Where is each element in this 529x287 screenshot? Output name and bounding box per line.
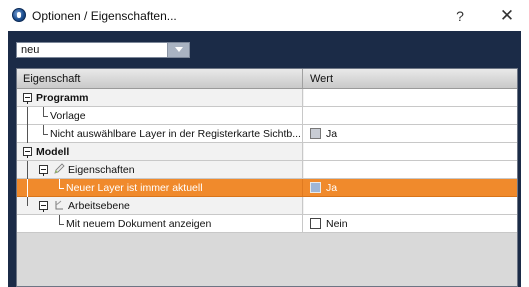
property-value-cell[interactable]: Nein — [304, 215, 517, 232]
tree-line — [43, 134, 48, 135]
help-button[interactable]: ? — [448, 6, 472, 26]
tree-row-eigenschaften[interactable]: Eigenschaften — [17, 161, 517, 179]
pencil-icon — [54, 163, 65, 174]
tree-line — [59, 188, 64, 189]
title-bar: Optionen / Eigenschaften... ? ✕ — [0, 0, 529, 31]
checkbox[interactable] — [310, 218, 321, 229]
property-name-cell: Neuer Layer ist immer aktuell — [17, 179, 303, 197]
group-label: Eigenschaften — [68, 164, 135, 176]
preset-dropdown-value: neu — [21, 44, 40, 56]
tree-line — [27, 161, 28, 179]
tree-line — [27, 179, 28, 197]
property-name-cell: Modell — [17, 143, 303, 160]
window-title: Optionen / Eigenschaften... — [32, 9, 177, 23]
tree-row-mit-neuem-dokument[interactable]: Mit neuem Dokument anzeigen Nein — [17, 215, 517, 233]
grid-header: Eigenschaft Wert — [17, 69, 517, 89]
checkbox[interactable] — [310, 182, 321, 193]
property-value-cell — [304, 161, 517, 178]
tree-row-nicht-auswaehlbare-layer[interactable]: Nicht auswählbare Layer in der Registerk… — [17, 125, 517, 143]
tree-line — [27, 197, 28, 206]
tree-line — [59, 224, 64, 225]
tree-line — [27, 107, 28, 125]
property-name-cell: Nicht auswählbare Layer in der Registerk… — [17, 125, 303, 143]
close-button[interactable]: ✕ — [495, 5, 519, 27]
property-value-cell — [304, 89, 517, 106]
preset-dropdown[interactable]: neu — [16, 42, 190, 58]
property-name-cell: Vorlage — [17, 107, 303, 125]
property-label: Mit neuem Dokument anzeigen — [66, 218, 212, 230]
property-name-cell: Eigenschaften — [17, 161, 303, 179]
dialog-body: neu Eigenschaft Wert Programm Vorlage Ni… — [8, 31, 521, 287]
property-label: Nicht auswählbare Layer in der Registerk… — [50, 128, 301, 140]
column-header-wert[interactable]: Wert — [304, 69, 517, 88]
workplane-icon — [55, 200, 63, 210]
section-label: Modell — [36, 146, 70, 158]
tree-line — [27, 125, 28, 143]
property-label: Vorlage — [50, 110, 86, 122]
checkbox[interactable] — [310, 128, 321, 139]
tree-line — [43, 125, 44, 134]
column-header-label: Wert — [310, 73, 334, 85]
property-value-cell[interactable]: Ja — [304, 179, 517, 196]
property-value-cell — [304, 197, 517, 214]
property-name-cell: Arbeitsebene — [17, 197, 303, 214]
collapse-toggle-icon[interactable] — [39, 165, 48, 176]
property-label: Neuer Layer ist immer aktuell — [66, 182, 203, 194]
collapse-toggle-icon[interactable] — [39, 201, 48, 212]
property-name-cell: Programm — [17, 89, 303, 106]
column-header-eigenschaft[interactable]: Eigenschaft — [17, 69, 303, 88]
property-value: Ja — [326, 182, 338, 194]
tree-line — [59, 215, 60, 224]
tree-line — [59, 179, 60, 188]
grid-empty-area — [17, 233, 517, 286]
tree-line — [43, 107, 44, 116]
chevron-down-icon[interactable] — [167, 43, 189, 57]
tree-row-neuer-layer-aktuell[interactable]: Neuer Layer ist immer aktuell Ja — [17, 179, 517, 197]
property-name-cell: Mit neuem Dokument anzeigen — [17, 215, 303, 232]
tree-row-modell[interactable]: Modell — [17, 143, 517, 161]
property-value: Ja — [326, 128, 338, 140]
tree-row-arbeitsebene[interactable]: Arbeitsebene — [17, 197, 517, 215]
app-logo-icon — [12, 8, 26, 22]
column-header-label: Eigenschaft — [23, 73, 81, 85]
property-grid: Eigenschaft Wert Programm Vorlage Nicht … — [16, 68, 518, 287]
property-value: Nein — [326, 218, 348, 230]
property-value-cell[interactable] — [304, 107, 517, 124]
property-value-cell — [304, 143, 517, 160]
collapse-toggle-icon[interactable] — [23, 147, 32, 158]
tree-line — [43, 116, 48, 117]
tree-row-programm[interactable]: Programm — [17, 89, 517, 107]
property-value-cell[interactable]: Ja — [304, 125, 517, 142]
group-label: Arbeitsebene — [68, 200, 130, 212]
tree-row-vorlage[interactable]: Vorlage — [17, 107, 517, 125]
collapse-toggle-icon[interactable] — [23, 93, 32, 104]
section-label: Programm — [36, 92, 89, 104]
